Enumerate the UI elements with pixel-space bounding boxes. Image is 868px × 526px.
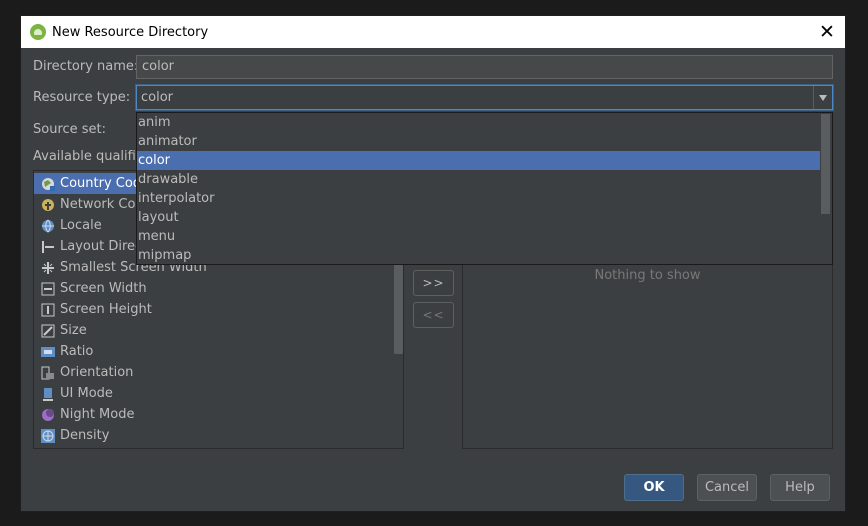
close-button[interactable]: ✕ (815, 20, 839, 44)
resource-type-combo[interactable]: color (136, 85, 833, 110)
night-mode-icon (41, 408, 55, 422)
qualifier-ui-mode[interactable]: UI Mode (34, 383, 389, 404)
qualifier-density[interactable]: Density (34, 425, 389, 446)
qualifier-label: UI Mode (60, 386, 113, 401)
qualifier-size[interactable]: Size (34, 320, 389, 341)
qualifier-label: Size (60, 323, 87, 338)
qualifier-label: Orientation (60, 365, 134, 380)
density-icon (41, 428, 55, 443)
source-set-label: Source set: (33, 122, 107, 137)
country-code-icon (41, 177, 55, 191)
qualifier-label: Ratio (60, 344, 94, 359)
add-qualifier-button[interactable]: >> (413, 270, 454, 296)
qualifier-label: Screen Height (60, 302, 152, 317)
qualifier-screen-height[interactable]: Screen Height (34, 299, 389, 320)
help-button[interactable]: Help (770, 474, 830, 501)
size-icon (41, 324, 55, 338)
qualifier-label: Density (60, 428, 110, 443)
dropdown-scrollbar[interactable] (821, 114, 830, 214)
globe-icon (41, 219, 55, 233)
android-studio-icon (30, 24, 46, 40)
dropdown-arrow-icon[interactable] (813, 86, 832, 109)
cancel-button[interactable]: Cancel (697, 474, 757, 501)
qualifier-label: Night Mode (60, 407, 135, 422)
resource-type-dropdown[interactable]: anim animator color drawable interpolato… (136, 112, 833, 265)
smallest-screen-width-icon (41, 261, 55, 275)
qualifier-label: Locale (60, 218, 102, 233)
dropdown-option-interpolator[interactable]: interpolator (137, 189, 820, 208)
qualifier-ratio[interactable]: Ratio (34, 341, 389, 362)
orientation-icon (41, 366, 55, 380)
qualifier-orientation[interactable]: Orientation (34, 362, 389, 383)
dropdown-option-drawable[interactable]: drawable (137, 170, 820, 189)
directory-name-label: Directory name: (33, 59, 139, 74)
dropdown-option-mipmap[interactable]: mipmap (137, 246, 820, 265)
qualifier-night-mode[interactable]: Night Mode (34, 404, 389, 425)
title-bar: New Resource Directory ✕ (21, 16, 845, 48)
dropdown-option-menu[interactable]: menu (137, 227, 820, 246)
remove-qualifier-button[interactable]: << (413, 302, 454, 328)
layout-direction-icon (41, 240, 55, 254)
dropdown-option-animator[interactable]: animator (137, 132, 820, 151)
ui-mode-icon (41, 387, 55, 401)
window-title: New Resource Directory (52, 24, 209, 40)
screen-height-icon (41, 303, 55, 317)
dropdown-option-layout[interactable]: layout (137, 208, 820, 227)
empty-list-text: Nothing to show (594, 268, 701, 283)
qualifier-screen-width[interactable]: Screen Width (34, 278, 389, 299)
directory-name-field[interactable]: color (136, 55, 833, 79)
ratio-icon (41, 345, 55, 359)
new-resource-directory-dialog: New Resource Directory ✕ Directory name:… (20, 15, 846, 512)
resource-type-label: Resource type: (33, 90, 131, 105)
qualifier-label: Screen Width (60, 281, 147, 296)
dropdown-option-color[interactable]: color (137, 151, 820, 170)
dropdown-option-anim[interactable]: anim (137, 113, 820, 132)
resource-type-value: color (141, 90, 174, 105)
ok-button[interactable]: OK (624, 474, 684, 501)
network-code-icon (41, 198, 55, 212)
screen-width-icon (41, 282, 55, 296)
